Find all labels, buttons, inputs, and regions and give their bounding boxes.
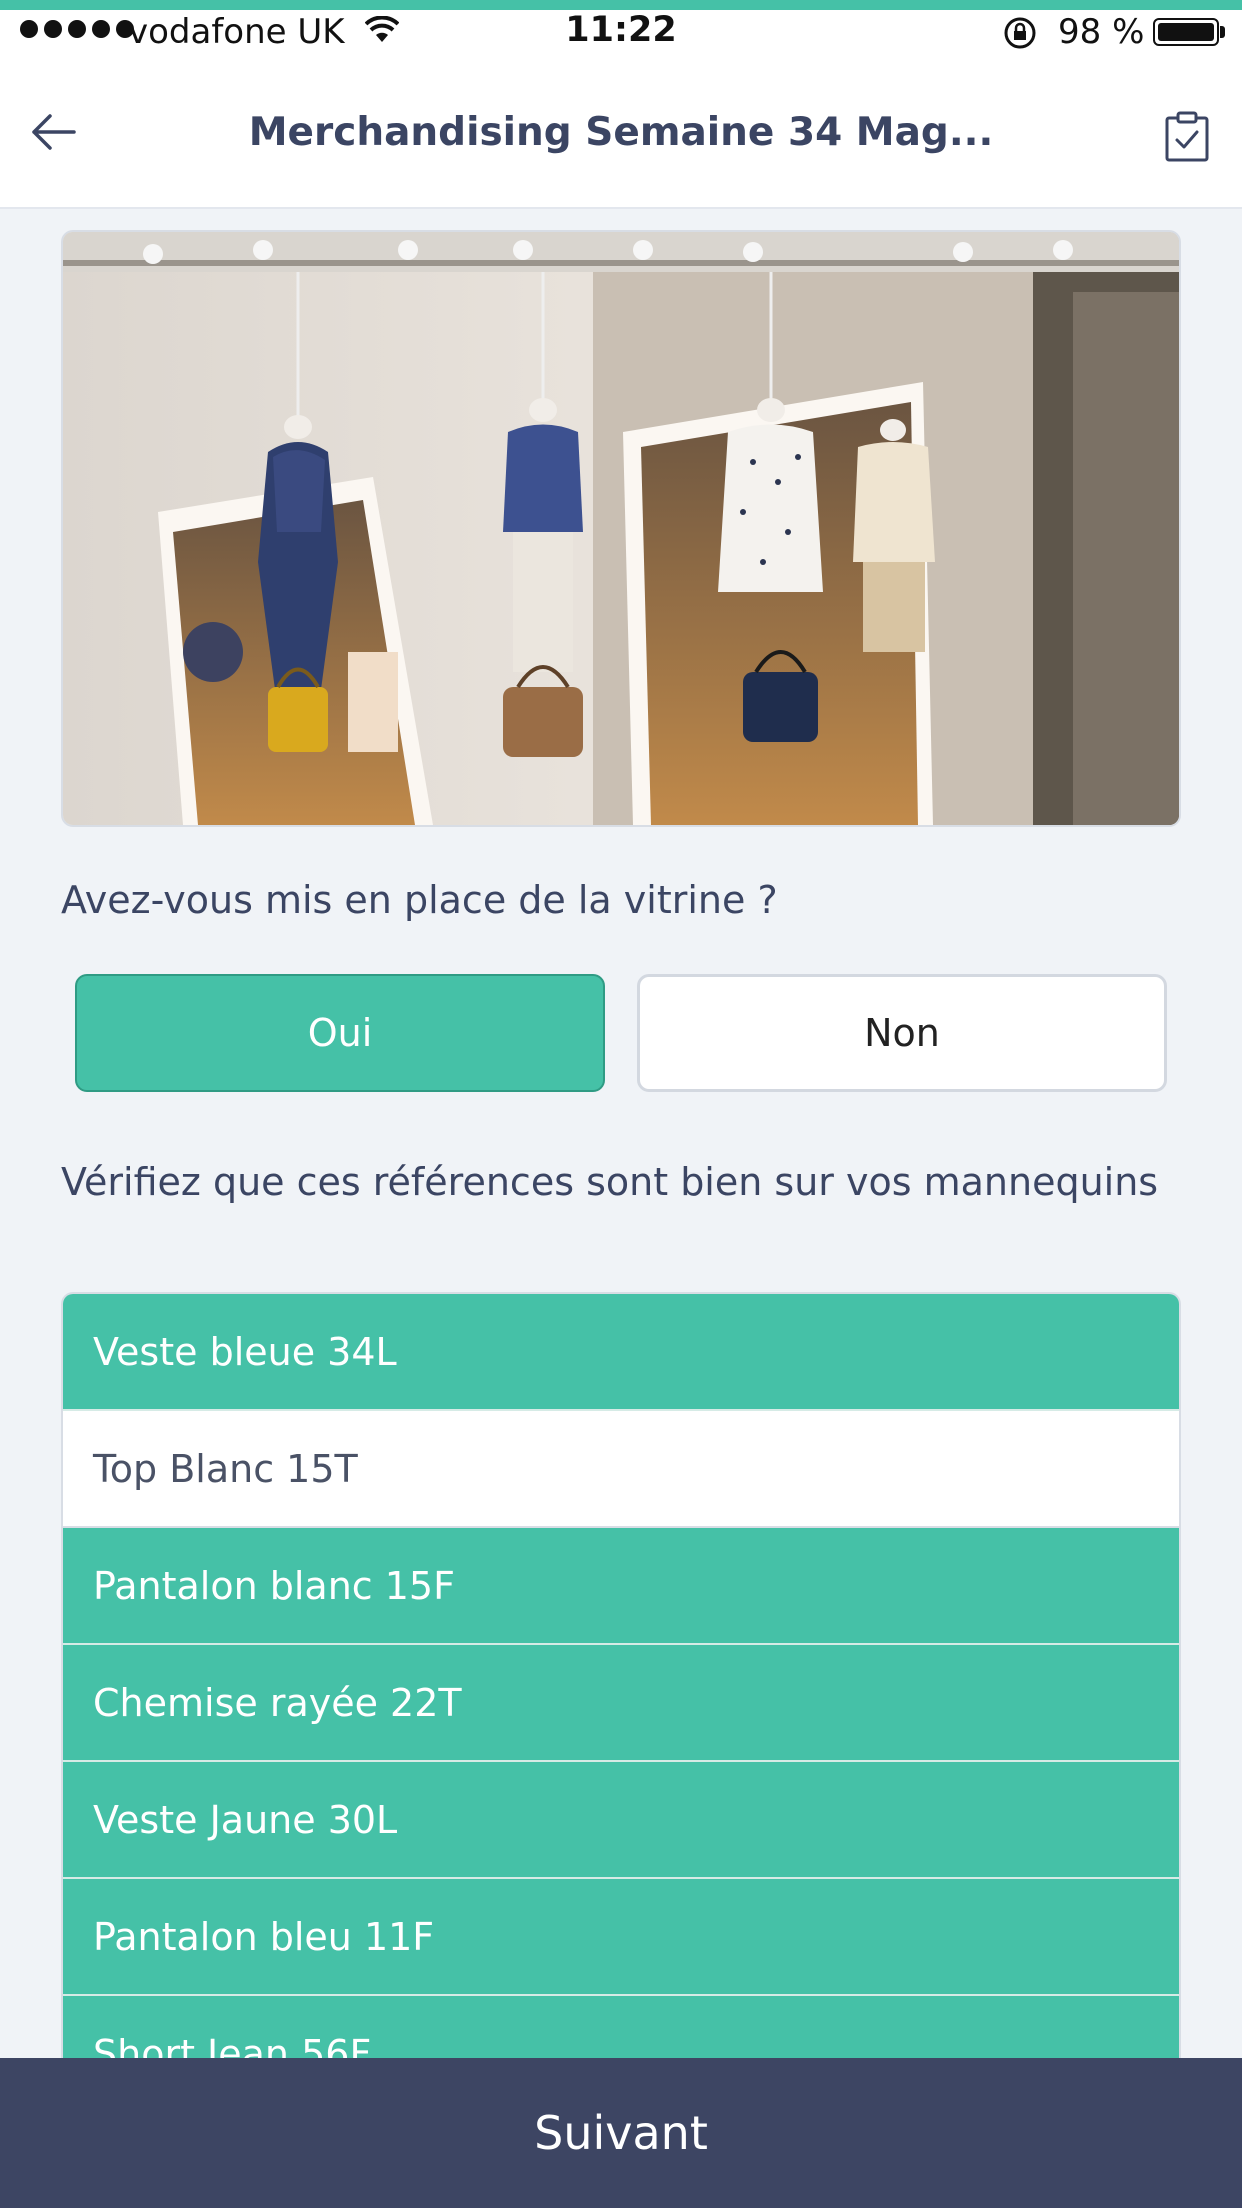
list-item-label: Veste Jaune 30L [93, 1797, 398, 1842]
arrow-left-icon[interactable] [30, 112, 78, 152]
store-window-image [61, 230, 1181, 827]
list-item[interactable]: Pantalon blanc 15F [63, 1528, 1179, 1645]
list-item-label: Top Blanc 15T [93, 1446, 358, 1491]
references-list: Veste bleue 34L Top Blanc 15T Pantalon b… [61, 1292, 1181, 2058]
battery-percentage: 98 % [1058, 12, 1145, 52]
references-prompt: Vérifiez que ces références sont bien su… [61, 1160, 1159, 1204]
list-item-label: Pantalon blanc 15F [93, 1563, 455, 1608]
next-button-label: Suivant [534, 2106, 708, 2160]
list-item[interactable]: Short Jean 56F [63, 1996, 1179, 2058]
store-window-illustration [63, 232, 1179, 825]
rotation-lock-icon [1004, 17, 1036, 49]
status-bar: vodafone UK 11:22 98 % [0, 10, 1242, 62]
question-text: Avez-vous mis en place de la vitrine ? [61, 878, 778, 922]
list-item[interactable]: Top Blanc 15T [63, 1411, 1179, 1528]
top-accent-line [0, 0, 1242, 10]
page-title: Merchandising Semaine 34 Mag... [248, 110, 994, 155]
clipboard-check-icon[interactable] [1163, 110, 1211, 162]
battery-tip [1220, 26, 1225, 38]
list-item[interactable]: Veste bleue 34L [63, 1294, 1179, 1411]
list-item-label: Veste bleue 34L [93, 1329, 397, 1374]
battery-icon [1153, 18, 1219, 46]
no-button[interactable]: Non [637, 974, 1167, 1092]
list-item[interactable]: Veste Jaune 30L [63, 1762, 1179, 1879]
nav-header: Merchandising Semaine 34 Mag... [0, 62, 1242, 209]
list-item-label: Pantalon bleu 11F [93, 1914, 435, 1959]
list-item-label: Short Jean 56F [93, 2031, 372, 2059]
list-item[interactable]: Pantalon bleu 11F [63, 1879, 1179, 1996]
yes-button[interactable]: Oui [75, 974, 605, 1092]
clock: 11:22 [565, 10, 677, 50]
next-button[interactable]: Suivant [0, 2058, 1242, 2208]
list-item[interactable]: Chemise rayée 22T [63, 1645, 1179, 1762]
list-item-label: Chemise rayée 22T [93, 1680, 462, 1725]
